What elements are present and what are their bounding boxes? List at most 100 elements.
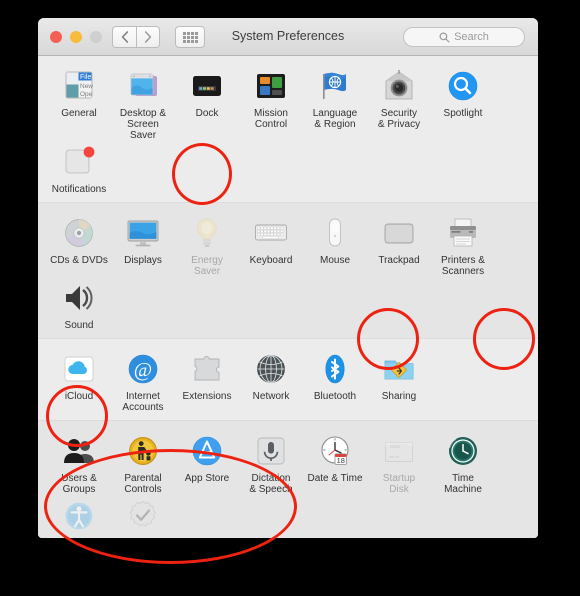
preference-panes-area: File New Ope General Desktop & Screen Sa…: [38, 56, 538, 538]
preference-grid: CDs & DVDs Displays Energy Saver Keyboar…: [38, 212, 538, 331]
pref-pane-label: Bluetooth: [313, 391, 357, 402]
pref-pane-label: Internet Accounts: [122, 391, 164, 413]
pref-pane-desktop-screen-saver[interactable]: Desktop & Screen Saver: [113, 65, 173, 141]
startup-disk-icon: [381, 433, 417, 469]
icloud-icon: [61, 351, 97, 387]
bluetooth-icon: [317, 351, 353, 387]
extensions-icon: [189, 351, 225, 387]
pref-pane-label: Startup Disk: [382, 473, 416, 495]
pref-pane-spotlight[interactable]: Spotlight: [433, 65, 493, 141]
pref-pane-label: Displays: [124, 255, 162, 266]
pref-pane-keyboard[interactable]: Keyboard: [241, 212, 301, 277]
users-groups-icon: [61, 433, 97, 469]
mouse-icon: [317, 215, 353, 251]
notifications-icon: [61, 144, 97, 180]
pref-pane-printers-scanners[interactable]: Printers & Scanners: [433, 212, 493, 277]
pref-pane-label: Mission Control: [254, 108, 288, 130]
preference-row-personal: File New Ope General Desktop & Screen Sa…: [38, 56, 538, 202]
pref-pane-dictation-speech[interactable]: Dictation & Speech: [241, 430, 301, 495]
pref-pane-label: Energy Saver: [191, 255, 223, 277]
pref-pane-label: Desktop & Screen Saver: [119, 108, 167, 141]
search-icon: [439, 32, 450, 43]
pref-pane-extensions[interactable]: Extensions: [177, 348, 237, 413]
dictation-icon: [253, 433, 289, 469]
accessibility-icon: [61, 498, 97, 534]
profiles-icon: [125, 498, 161, 534]
pref-pane-label: Mouse: [319, 255, 350, 266]
pref-pane-profiles[interactable]: Profiles: [113, 495, 173, 538]
pref-pane-energy-saver[interactable]: Energy Saver: [177, 212, 237, 277]
sound-icon: [61, 280, 97, 316]
pref-pane-startup-disk[interactable]: Startup Disk: [369, 430, 429, 495]
pref-pane-language-region[interactable]: Language & Region: [305, 65, 365, 141]
pref-pane-network[interactable]: Network: [241, 348, 301, 413]
search-input[interactable]: Search: [403, 27, 525, 47]
pref-pane-label: Spotlight: [443, 108, 483, 119]
pref-pane-time-machine[interactable]: Time Machine: [433, 430, 493, 495]
pref-pane-users-groups[interactable]: Users & Groups: [49, 430, 109, 495]
pref-pane-label: Dock: [195, 108, 219, 119]
preference-grid: File New Ope General Desktop & Screen Sa…: [38, 65, 538, 195]
pref-pane-security-privacy[interactable]: Security & Privacy: [369, 65, 429, 141]
svg-text:New: New: [80, 83, 93, 90]
security-icon: [381, 68, 417, 104]
window-titlebar: System Preferences Search: [38, 18, 538, 56]
pref-pane-mission-control[interactable]: Mission Control: [241, 65, 301, 141]
pref-pane-label: iCloud: [64, 391, 94, 402]
pref-pane-label: Users & Groups: [61, 473, 97, 495]
svg-text:File: File: [80, 74, 91, 81]
dock-icon: [189, 68, 225, 104]
pref-pane-label: Dictation & Speech: [249, 473, 293, 495]
pref-pane-displays[interactable]: Displays: [113, 212, 173, 277]
pref-pane-label: Language & Region: [312, 108, 358, 130]
pref-pane-label: Security & Privacy: [377, 108, 421, 130]
desktop-icon: [125, 68, 161, 104]
preference-grid: Users & Groups Parental Controls App Sto…: [38, 430, 538, 538]
trackpad-icon: [381, 215, 417, 251]
pref-pane-label: Time Machine: [444, 473, 482, 495]
network-icon: [253, 351, 289, 387]
printers-icon: [445, 215, 481, 251]
pref-pane-label: Keyboard: [249, 255, 293, 266]
energy-saver-icon: [189, 215, 225, 251]
cd-dvd-icon: [61, 215, 97, 251]
parental-controls-icon: [125, 433, 161, 469]
system-preferences-window: System Preferences Search File New Ope G…: [38, 18, 538, 538]
spotlight-icon: [445, 68, 481, 104]
sharing-icon: [381, 351, 417, 387]
pref-pane-internet-accounts[interactable]: @ Internet Accounts: [113, 348, 173, 413]
pref-pane-mouse[interactable]: Mouse: [305, 212, 365, 277]
pref-pane-label: Notifications: [51, 184, 107, 195]
pref-pane-label: App Store: [184, 473, 230, 484]
internet-accounts-icon: @: [125, 351, 161, 387]
pref-pane-sharing[interactable]: Sharing: [369, 348, 429, 413]
date-time-icon: 18: [317, 433, 353, 469]
preference-grid: iCloud @ Internet Accounts Extensions Ne…: [38, 348, 538, 413]
pref-pane-dock[interactable]: Dock: [177, 65, 237, 141]
search-placeholder: Search: [454, 31, 489, 43]
pref-pane-notifications[interactable]: Notifications: [49, 141, 109, 195]
pref-pane-label: Printers & Scanners: [441, 255, 485, 277]
preference-row-hardware: CDs & DVDs Displays Energy Saver Keyboar…: [38, 202, 538, 338]
preference-row-system: Users & Groups Parental Controls App Sto…: [38, 420, 538, 538]
pref-pane-general[interactable]: File New Ope General: [49, 65, 109, 141]
pref-pane-icloud[interactable]: iCloud: [49, 348, 109, 413]
time-machine-icon: [445, 433, 481, 469]
svg-text:18: 18: [337, 456, 345, 465]
pref-pane-date-time[interactable]: 18 Date & Time: [305, 430, 365, 495]
general-icon: File New Ope: [61, 68, 97, 104]
app-store-icon: [189, 433, 225, 469]
pref-pane-sound[interactable]: Sound: [49, 277, 109, 331]
preference-row-internet-and-wireless: iCloud @ Internet Accounts Extensions Ne…: [38, 338, 538, 420]
pref-pane-label: Network: [252, 391, 290, 402]
mission-control-icon: [253, 68, 289, 104]
svg-text:@: @: [134, 359, 152, 381]
pref-pane-label: CDs & DVDs: [50, 255, 108, 266]
pref-pane-accessibility[interactable]: Accessibility: [49, 495, 109, 538]
displays-icon: [125, 215, 161, 251]
pref-pane-cds-dvds[interactable]: CDs & DVDs: [49, 212, 109, 277]
pref-pane-parental-controls[interactable]: Parental Controls: [113, 430, 173, 495]
pref-pane-app-store[interactable]: App Store: [177, 430, 237, 495]
pref-pane-bluetooth[interactable]: Bluetooth: [305, 348, 365, 413]
pref-pane-trackpad[interactable]: Trackpad: [369, 212, 429, 277]
